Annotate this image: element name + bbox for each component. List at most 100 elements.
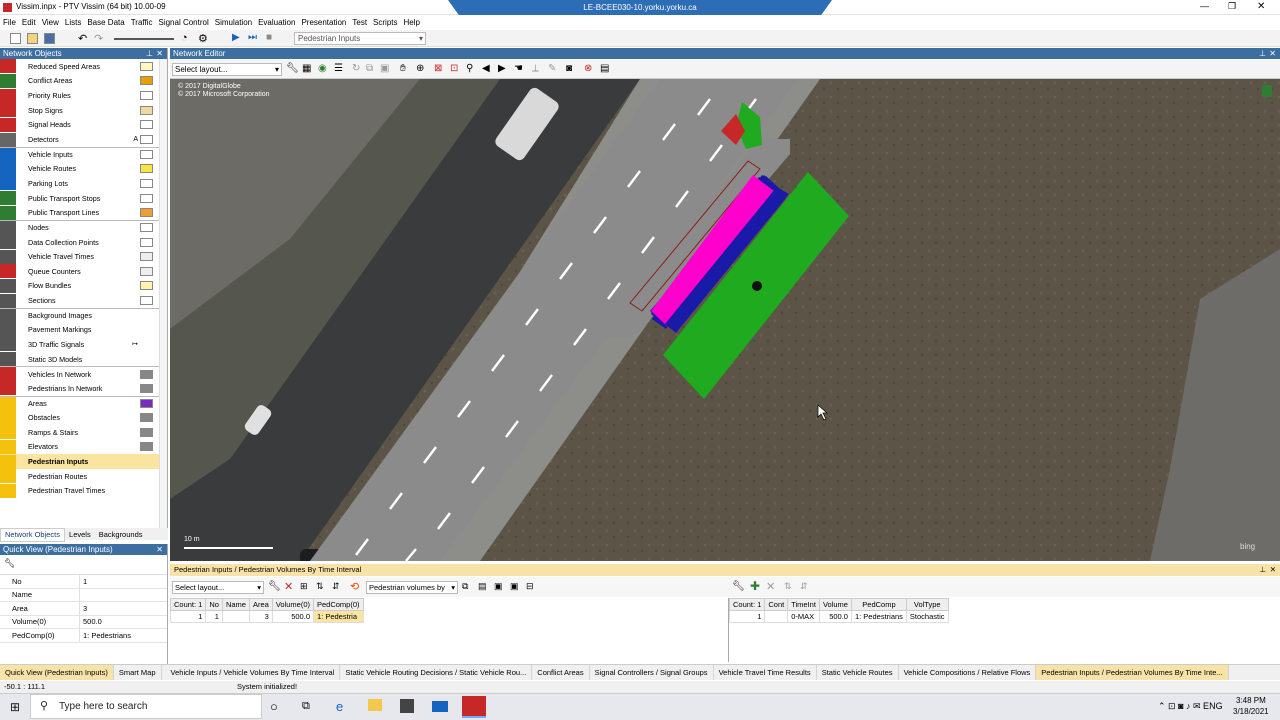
paste-icon[interactable]: ▣ <box>380 63 389 74</box>
network-object-row[interactable]: Stop Signs <box>0 103 167 118</box>
play-icon[interactable]: ▶ <box>232 32 240 43</box>
column-header[interactable]: Count: 1 <box>728 598 766 611</box>
screenshot-icon[interactable]: ▤ <box>600 63 609 74</box>
layers-icon[interactable]: ☰ <box>334 63 343 74</box>
visibility-swatch[interactable] <box>140 223 153 233</box>
save-icon[interactable] <box>44 33 55 44</box>
quick-view-row[interactable]: PedComp(0) 1: Pedestrians <box>0 629 167 643</box>
pedestrian-input-marker[interactable] <box>752 281 762 291</box>
network-object-row[interactable]: Public Transport Lines <box>0 205 167 220</box>
table-cell[interactable]: 500.0 <box>271 610 315 623</box>
menu-help[interactable]: Help <box>401 15 423 30</box>
menu-base-data[interactable]: Base Data <box>84 15 127 30</box>
measure-icon[interactable]: ⟂ <box>532 63 539 74</box>
mail-icon[interactable] <box>432 701 448 712</box>
quick-view-row[interactable]: Area 3 <box>0 602 167 616</box>
quick-view-value[interactable]: 1: Pedestrians <box>80 631 131 640</box>
settings-icon[interactable]: ⚙ <box>198 32 208 45</box>
delete-icon[interactable]: ⊗ <box>584 63 592 74</box>
visibility-swatch[interactable] <box>140 399 153 409</box>
network-object-row[interactable]: Vehicle Travel Times <box>0 249 167 264</box>
visibility-swatch[interactable] <box>140 413 153 423</box>
stop-icon[interactable]: ■ <box>266 32 272 43</box>
panel-close-icon[interactable]: ✕ <box>156 48 163 59</box>
table-cell[interactable]: 1 <box>169 610 207 623</box>
menu-edit[interactable]: Edit <box>19 15 39 30</box>
step-icon[interactable]: ⏭ <box>248 32 257 43</box>
cortana-icon[interactable]: ○ <box>270 699 278 714</box>
bottom-tab[interactable]: Vehicle Compositions / Relative Flows <box>899 665 1037 680</box>
sort-ascending-icon[interactable]: ⇅ <box>784 581 792 592</box>
database-icon[interactable]: ▤ <box>478 581 487 592</box>
zoom-window-icon[interactable]: ⊡ <box>450 63 458 74</box>
store-icon[interactable] <box>400 699 414 713</box>
sync-icon[interactable]: ⟲ <box>350 580 359 593</box>
add-icon[interactable]: ✚ <box>750 579 760 593</box>
sort-descending-icon[interactable]: ⇵ <box>332 581 340 592</box>
delete-icon[interactable]: ✕ <box>766 580 775 593</box>
visibility-swatch[interactable] <box>140 91 153 101</box>
network-object-row[interactable]: Vehicle Routes <box>0 161 167 176</box>
network-list-scrollbar[interactable] <box>159 59 167 529</box>
network-object-row[interactable]: Signal Heads <box>0 117 167 133</box>
forward-icon[interactable]: ▶ <box>498 63 506 74</box>
windows-start-icon[interactable]: ⊞ <box>10 700 20 714</box>
maximize-button[interactable]: ❐ <box>1228 1 1236 12</box>
menu-file[interactable]: File <box>0 15 19 30</box>
bottom-tab[interactable]: Vehicle Travel Time Results <box>714 665 817 680</box>
edit-mode-icon[interactable]: ✎ <box>548 63 556 74</box>
visibility-swatch[interactable] <box>140 472 153 481</box>
back-icon[interactable]: ◀ <box>482 63 490 74</box>
list-pin-icon[interactable]: ⊥ <box>1259 564 1266 576</box>
network-object-row[interactable]: Areas <box>0 395 167 411</box>
select-all-icon[interactable]: ⊞ <box>300 581 308 592</box>
sort-descending-icon[interactable]: ⇵ <box>800 581 808 592</box>
visibility-swatch[interactable] <box>140 178 153 188</box>
network-object-row[interactable]: Reduced Speed Areas <box>0 59 167 74</box>
table-cell[interactable]: 500.0 <box>818 610 852 623</box>
new-file-icon[interactable] <box>10 33 21 44</box>
column-header[interactable]: Count: 1 <box>169 598 207 611</box>
quick-view-value[interactable]: 3 <box>80 604 87 613</box>
visibility-swatch[interactable] <box>140 325 153 334</box>
layout-select[interactable]: Select layout... ▾ <box>172 63 282 76</box>
menu-signal-control[interactable]: Signal Control <box>155 15 211 30</box>
camera-icon[interactable]: ◙ <box>566 63 572 74</box>
navigation-widget-icon[interactable] <box>1262 85 1272 97</box>
visibility-swatch[interactable] <box>140 296 153 306</box>
wrench-icon[interactable]: 🔧︎ <box>732 581 745 592</box>
column-header[interactable]: TimeInt <box>787 598 820 611</box>
network-object-row[interactable]: Pedestrian Inputs <box>0 454 167 469</box>
zoom-extent-icon[interactable]: ⊠ <box>434 63 442 74</box>
column-header[interactable]: Volume(0) <box>271 598 315 611</box>
visibility-swatch[interactable] <box>140 208 153 218</box>
network-object-row[interactable]: Detectors A <box>0 132 167 147</box>
table-cell[interactable]: 1: Pedestrians <box>850 610 907 623</box>
visibility-swatch[interactable] <box>140 266 153 276</box>
network-object-row[interactable]: Flow Bundles <box>0 278 167 294</box>
system-tray-icons[interactable]: ⌃ ⊡ ◙ ♪ ✉ ENG <box>1158 701 1223 712</box>
table-cell[interactable]: 0-MAX <box>787 610 820 623</box>
pan-icon[interactable]: ✋︎ <box>400 63 406 74</box>
visibility-swatch[interactable] <box>140 427 153 437</box>
visibility-swatch[interactable] <box>140 355 153 364</box>
relation-select[interactable]: Pedestrian volumes by ▾ <box>366 581 458 594</box>
bottom-tab[interactable]: Static Vehicle Routing Decisions / Stati… <box>340 665 533 680</box>
quick-view-row[interactable]: Name <box>0 588 167 602</box>
column-header[interactable]: Volume <box>818 598 852 611</box>
network-object-row[interactable]: Public Transport Stops <box>0 191 167 206</box>
visibility-swatch[interactable] <box>140 281 153 291</box>
menu-lists[interactable]: Lists <box>62 15 84 30</box>
visibility-swatch[interactable] <box>140 369 153 379</box>
undo-icon[interactable]: ↶ <box>78 32 87 45</box>
network-object-row[interactable]: Queue Counters <box>0 264 167 279</box>
list-close-icon[interactable]: ✕ <box>1270 564 1276 576</box>
visibility-swatch[interactable] <box>140 340 153 349</box>
menu-test[interactable]: Test <box>349 15 370 30</box>
network-object-row[interactable]: Pedestrian Travel Times <box>0 483 167 499</box>
vissim-taskbar-icon[interactable] <box>462 696 486 718</box>
network-object-row[interactable]: Sections <box>0 293 167 308</box>
quick-view-row[interactable]: Volume(0) 500.0 <box>0 615 167 629</box>
network-object-row[interactable]: Static 3D Models <box>0 352 167 367</box>
network-object-row[interactable]: Pedestrians In Network <box>0 381 167 396</box>
